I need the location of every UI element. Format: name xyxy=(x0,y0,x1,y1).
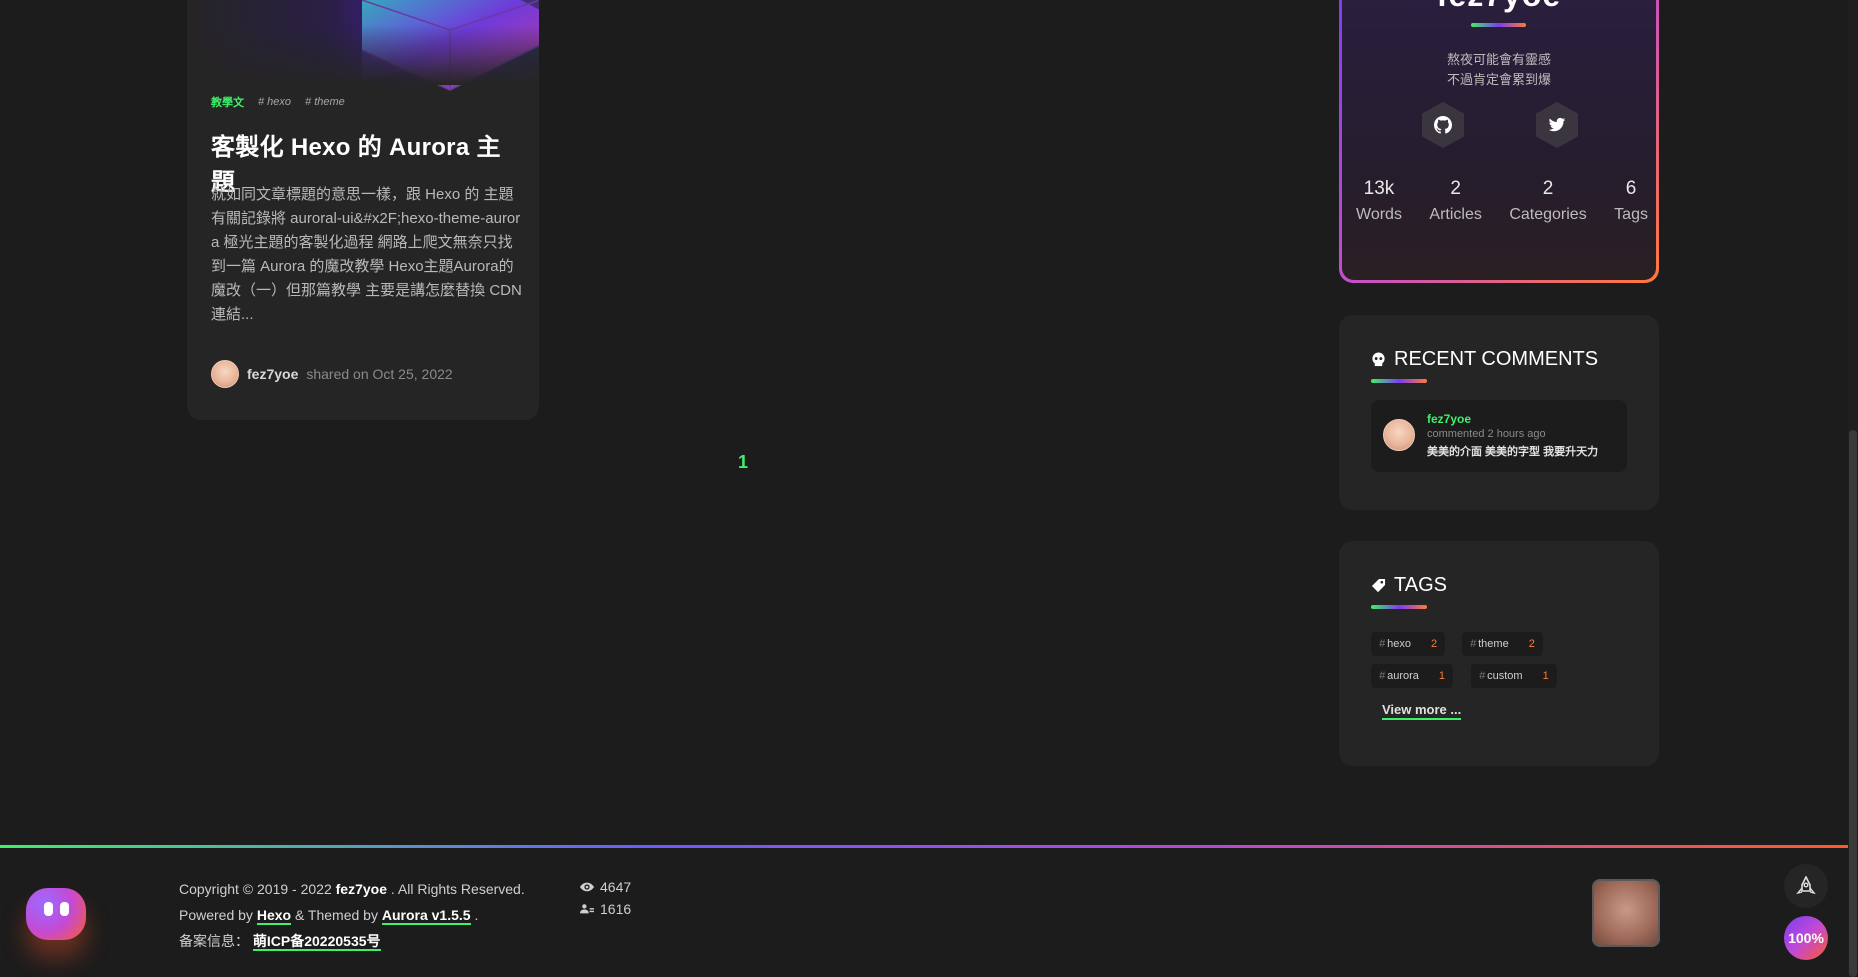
hash-icon: # xyxy=(1479,670,1486,682)
tag-name: aurora xyxy=(1387,670,1419,682)
profile-bio-line-1: 熬夜可能會有靈感 xyxy=(1446,52,1551,67)
tags-heading: TAGS xyxy=(1371,574,1447,597)
tag-count: 1 xyxy=(1542,670,1549,682)
profile-card: fez7yoe 熬夜可能會有靈感 不過肯定會累到爆 13k Words 2 Ar… xyxy=(1339,0,1659,283)
author-avatar xyxy=(211,360,239,388)
footer-info: Copyright © 2019 - 2022 fez7yoe . All Ri… xyxy=(179,876,525,954)
footer-avatar[interactable] xyxy=(1592,879,1660,947)
powered-by-label: Powered by xyxy=(179,907,253,923)
stat-categories-value: 2 xyxy=(1542,178,1554,199)
tags-widget: TAGS # hexo 2 # theme 2 # aurora 1 # cus… xyxy=(1339,541,1659,766)
aurora-link[interactable]: Aurora v1.5.5 xyxy=(381,907,471,925)
comment-time: commented 2 hours ago xyxy=(1427,428,1546,440)
mascot-left-eye xyxy=(44,902,53,916)
author-name: fez7yoe xyxy=(247,366,299,382)
stat-categories[interactable]: 2 Categories xyxy=(1509,178,1586,224)
twitter-link[interactable] xyxy=(1536,102,1578,148)
recent-comments-heading: RECENT COMMENTS xyxy=(1371,348,1598,371)
profile-stats: 13k Words 2 Articles 2 Categories 6 Tags xyxy=(1356,178,1648,224)
page-views: 4647 xyxy=(580,876,631,898)
stat-tags[interactable]: 6 Tags xyxy=(1614,178,1648,224)
tag-count: 1 xyxy=(1438,670,1446,682)
tag-chip-theme[interactable]: # theme 2 xyxy=(1462,632,1543,656)
copyright-name: fez7yoe xyxy=(335,881,387,897)
icp-label: 备案信息： xyxy=(179,933,249,949)
profile-name: fez7yoe xyxy=(1342,0,1656,14)
stat-words-label: Words xyxy=(1356,206,1402,223)
article-author: fez7yoe shared on Oct 25, 2022 xyxy=(211,360,453,388)
recent-comments-underline xyxy=(1371,379,1427,383)
tag-chip-hexo[interactable]: # hexo 2 xyxy=(1371,632,1446,656)
profile-bio: 熬夜可能會有靈感 不過肯定會累到爆 xyxy=(1342,50,1656,90)
footer-powered-by: Powered by Hexo & Themed by Aurora v1.5.… xyxy=(179,902,525,928)
tag-count: 2 xyxy=(1430,638,1438,650)
stat-categories-label: Categories xyxy=(1509,206,1587,223)
footer: Copyright © 2019 - 2022 fez7yoe . All Ri… xyxy=(0,848,1848,977)
hash-icon: # xyxy=(1470,638,1477,650)
view-more-tags-link[interactable]: View more ... xyxy=(1382,702,1462,720)
tag-chip-aurora[interactable]: # aurora 1 xyxy=(1371,664,1454,688)
visitors: 1616 xyxy=(580,898,631,920)
article-category[interactable]: 教學文 xyxy=(211,94,244,110)
stat-tags-value: 6 xyxy=(1625,178,1637,199)
tag-name: hexo xyxy=(1387,638,1411,650)
tag-icon xyxy=(1371,578,1386,593)
tags-title: TAGS xyxy=(1394,574,1447,596)
cube-graphic xyxy=(362,0,539,91)
article-date: shared on Oct 25, 2022 xyxy=(306,366,453,382)
stat-words: 13k Words xyxy=(1356,178,1402,224)
hash-icon: # xyxy=(1379,670,1386,682)
stat-words-value: 13k xyxy=(1363,178,1395,199)
scroll-progress-badge[interactable]: 100% xyxy=(1784,916,1828,960)
site-stats: 4647 1616 xyxy=(580,876,631,920)
tag-name: theme xyxy=(1478,638,1509,650)
article-tag-hexo[interactable]: # hexo xyxy=(258,96,291,108)
copyright-suffix: . All Rights Reserved. xyxy=(390,881,525,897)
tag-chip-custom[interactable]: # custom 1 xyxy=(1471,664,1557,688)
article-tag-theme[interactable]: # theme xyxy=(305,96,345,108)
github-icon xyxy=(1434,116,1452,134)
stat-articles-label: Articles xyxy=(1429,206,1482,223)
tag-name: custom xyxy=(1487,670,1523,682)
eye-icon xyxy=(580,882,594,892)
footer-copyright: Copyright © 2019 - 2022 fez7yoe . All Ri… xyxy=(179,876,525,902)
comment-item[interactable]: fez7yoe commented 2 hours ago 美美的介面 美美的字… xyxy=(1371,400,1627,472)
icp-link[interactable]: 萌ICP备20220535号 xyxy=(252,933,381,951)
twitter-icon xyxy=(1548,117,1566,132)
comment-icon xyxy=(1372,352,1385,367)
mascot-bot-button[interactable] xyxy=(26,888,86,940)
visitors-count: 1616 xyxy=(600,901,632,917)
tag-count: 2 xyxy=(1528,638,1535,650)
github-link[interactable] xyxy=(1422,102,1464,148)
pagination-current-page[interactable]: 1 xyxy=(738,452,748,473)
copyright-prefix: Copyright © 2019 - 2022 xyxy=(179,881,332,897)
stat-tags-label: Tags xyxy=(1614,206,1648,223)
stat-articles[interactable]: 2 Articles xyxy=(1429,178,1481,224)
profile-name-underline xyxy=(1471,23,1526,27)
article-card[interactable]: 教學文 # hexo # theme 客製化 Hexo 的 Aurora 主題 … xyxy=(187,0,539,420)
commenter-avatar xyxy=(1383,419,1415,451)
back-to-top-button[interactable] xyxy=(1784,864,1828,908)
recent-comments-title: RECENT COMMENTS xyxy=(1394,348,1599,370)
stat-articles-value: 2 xyxy=(1450,178,1461,199)
scrollbar-thumb[interactable] xyxy=(1849,430,1857,977)
article-cover-image[interactable] xyxy=(187,0,539,91)
commenter-name: fez7yoe xyxy=(1427,412,1472,426)
rocket-icon xyxy=(1796,876,1816,895)
tags-underline xyxy=(1371,605,1427,609)
page-scrollbar[interactable] xyxy=(1848,0,1858,977)
hexo-link[interactable]: Hexo xyxy=(256,907,292,925)
themed-by-period: . xyxy=(474,907,479,923)
themed-by-label: & Themed by xyxy=(294,907,378,923)
mascot-right-eye xyxy=(60,902,69,916)
profile-bio-line-2: 不過肯定會累到爆 xyxy=(1446,72,1551,87)
users-icon xyxy=(580,904,594,914)
hash-icon: # xyxy=(1379,638,1386,650)
page-views-count: 4647 xyxy=(600,879,632,895)
recent-comments-widget: RECENT COMMENTS fez7yoe commented 2 hour… xyxy=(1339,315,1659,510)
article-excerpt: 就如同文章標題的意思一樣，跟 Hexo 的 主題 有關記錄將 auroral-u… xyxy=(211,186,522,323)
comment-text: 美美的介面 美美的字型 我要升天力 xyxy=(1427,446,1599,458)
footer-icp: 备案信息： 萌ICP备20220535号 xyxy=(179,928,525,954)
